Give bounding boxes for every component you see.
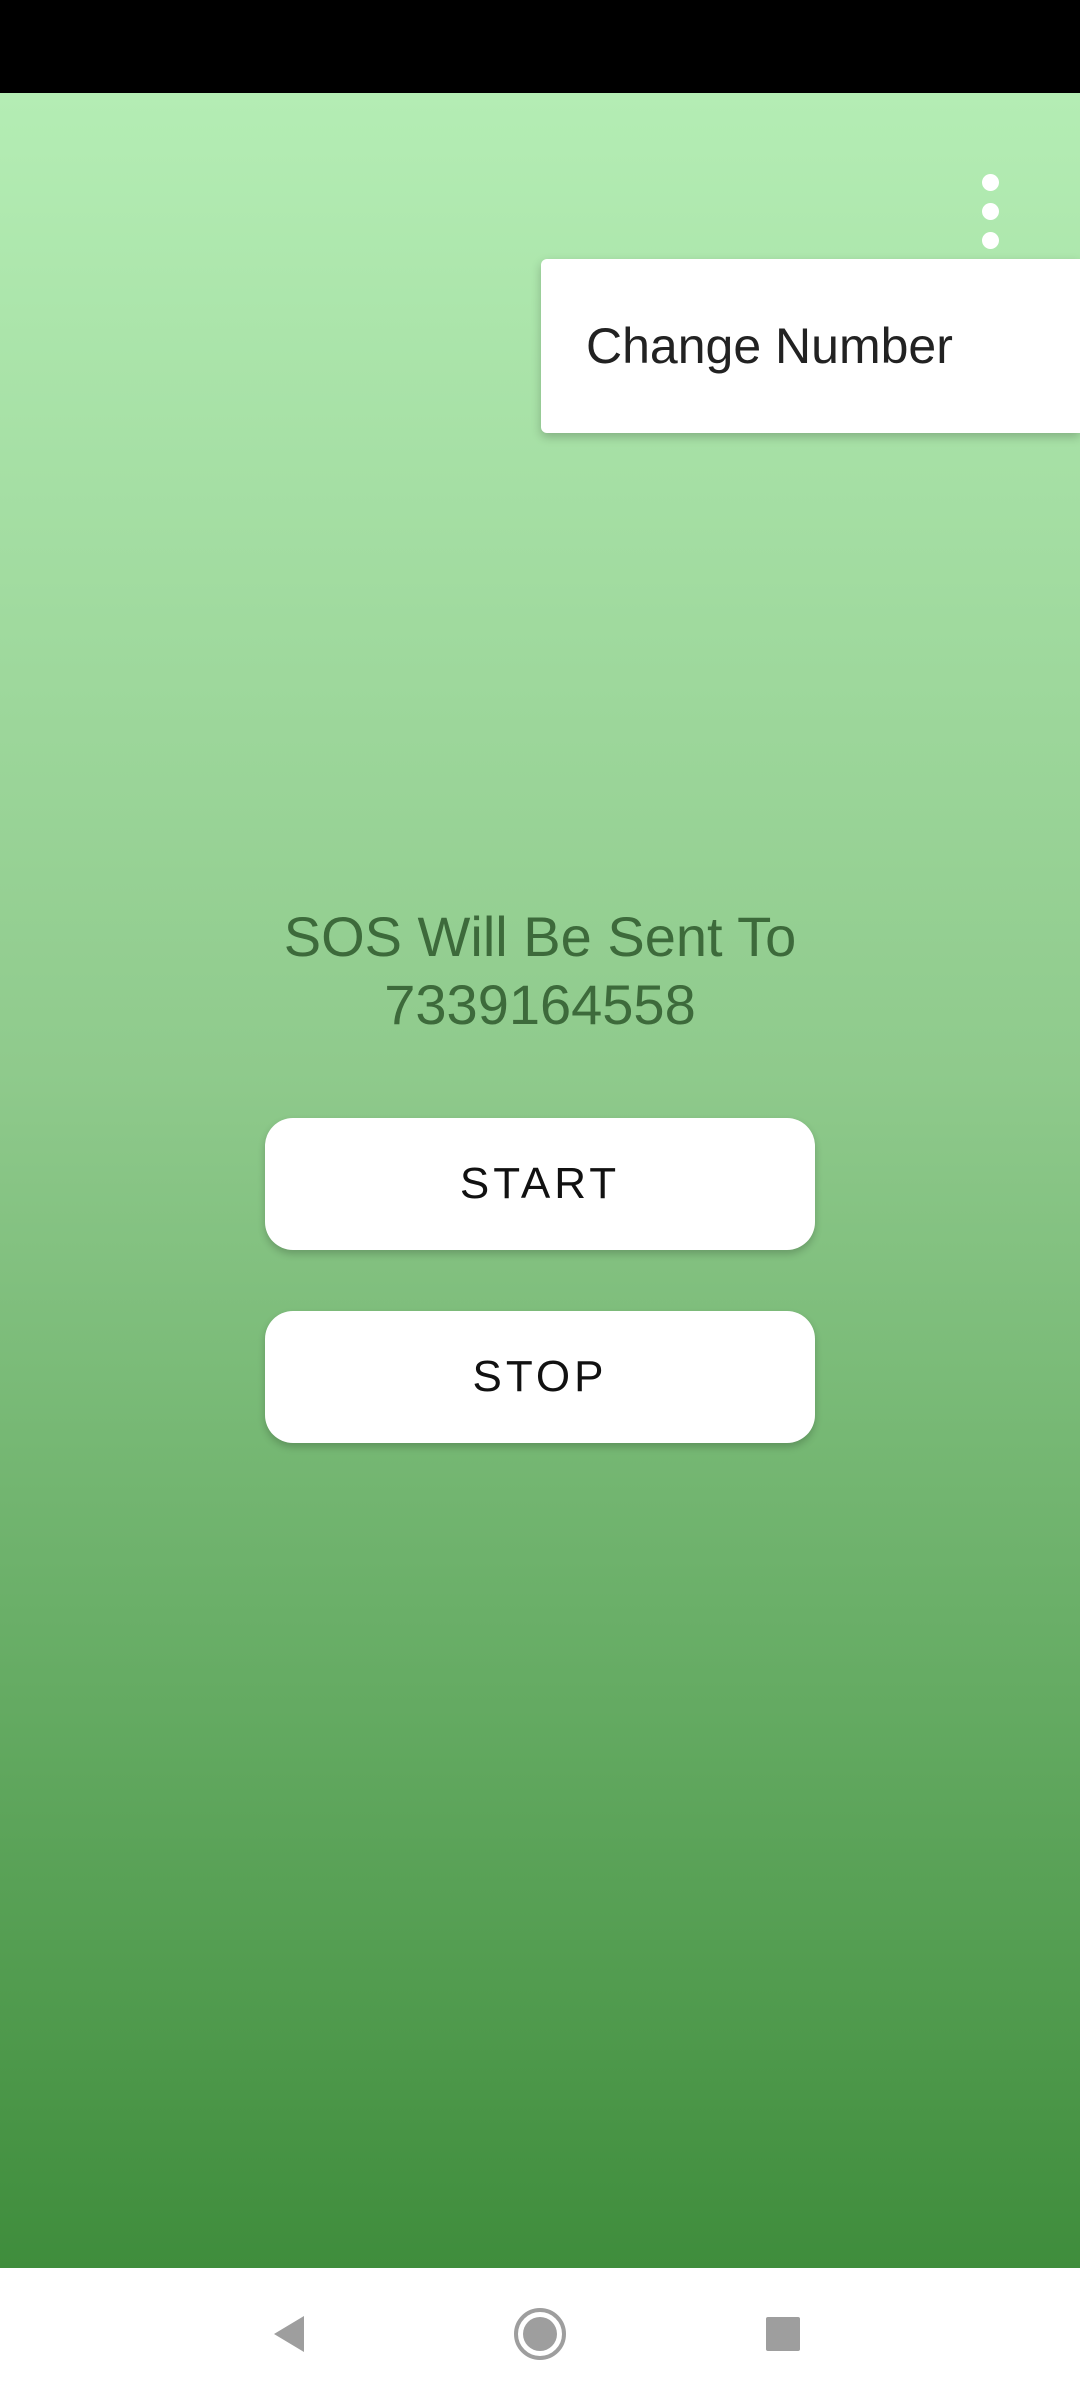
home-circle-icon <box>514 2308 566 2360</box>
sos-phone-number: 7339164558 <box>384 973 696 1036</box>
sos-recipient-text: SOS Will Be Sent To 7339164558 <box>0 903 1080 1039</box>
back-button[interactable] <box>232 2268 352 2400</box>
status-bar <box>0 0 1080 93</box>
dot <box>981 231 999 249</box>
start-button[interactable]: START <box>265 1118 815 1250</box>
app-area: Change Number SOS Will Be Sent To 733916… <box>0 93 1080 2268</box>
menu-item-change-number[interactable]: Change Number <box>541 259 1080 433</box>
recents-button[interactable] <box>723 2268 843 2400</box>
home-button[interactable] <box>480 2268 600 2400</box>
dot <box>981 173 999 191</box>
navigation-bar <box>0 2268 1080 2400</box>
sos-label: SOS Will Be Sent To <box>283 905 797 968</box>
screen: Change Number SOS Will Be Sent To 733916… <box>0 0 1080 2400</box>
back-triangle-icon <box>274 2316 304 2352</box>
recents-square-icon <box>766 2317 800 2351</box>
stop-button[interactable]: STOP <box>265 1311 815 1443</box>
more-vert-icon[interactable] <box>960 161 1020 261</box>
overflow-popup-menu: Change Number <box>541 259 1080 433</box>
dot <box>981 202 999 220</box>
